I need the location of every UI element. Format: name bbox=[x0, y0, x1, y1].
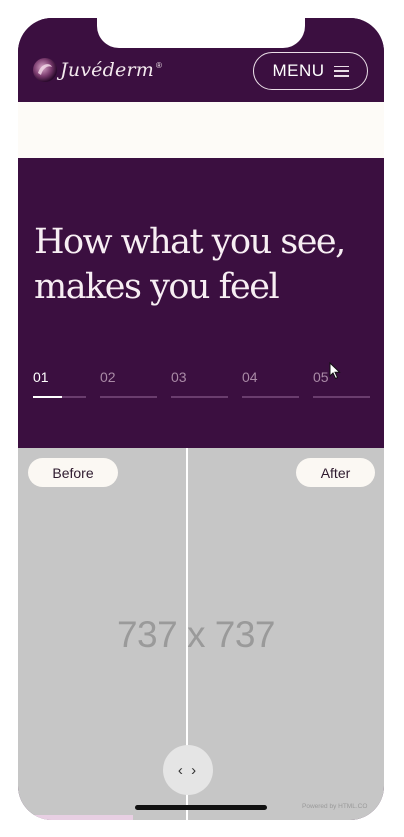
cream-banner bbox=[18, 102, 384, 158]
hero-title-line-2: makes you feel bbox=[34, 267, 280, 307]
step-tab-04[interactable]: 04 bbox=[242, 369, 299, 399]
mouse-cursor-icon bbox=[329, 362, 341, 380]
image-placeholder-text: 737 x 737 bbox=[116, 614, 276, 655]
slider-arrows-icon[interactable]: ‹ › bbox=[163, 745, 213, 795]
step-number: 04 bbox=[242, 369, 258, 385]
juvederm-logo-icon bbox=[33, 58, 57, 82]
step-tab-01[interactable]: 01 bbox=[33, 369, 86, 399]
before-label: Before bbox=[28, 458, 118, 487]
step-number: 01 bbox=[33, 369, 49, 385]
hero-section: How what you see, makes you feel 01 02 0… bbox=[18, 158, 384, 448]
brand-logo[interactable]: Juvéderm ® bbox=[32, 57, 162, 83]
menu-label: MENU bbox=[272, 61, 325, 80]
step-tab-03[interactable]: 03 bbox=[171, 369, 228, 399]
page-progress-strip bbox=[18, 815, 133, 820]
step-track bbox=[171, 396, 228, 398]
step-tabs: 01 02 03 04 05 bbox=[33, 369, 373, 399]
step-number: 05 bbox=[313, 369, 329, 385]
hero-title: How what you see, makes you feel bbox=[34, 220, 364, 310]
step-number: 02 bbox=[100, 369, 116, 385]
brand-name: Juvéderm bbox=[60, 59, 154, 81]
phone-screen: Juvéderm ® MENU How what you see, makes … bbox=[18, 18, 384, 820]
hamburger-icon bbox=[333, 65, 349, 77]
hero-title-line-1: How what you see, bbox=[34, 222, 346, 262]
step-track bbox=[242, 396, 299, 398]
home-indicator bbox=[135, 805, 267, 810]
step-tab-02[interactable]: 02 bbox=[100, 369, 157, 399]
after-label: After bbox=[296, 458, 375, 487]
step-number: 03 bbox=[171, 369, 187, 385]
device-notch bbox=[97, 18, 305, 48]
powered-by-text: Powered by HTML.CO bbox=[302, 803, 368, 810]
step-track bbox=[313, 396, 370, 398]
step-tab-05[interactable]: 05 bbox=[313, 369, 370, 399]
step-progress-fill bbox=[33, 396, 63, 398]
before-after-slider[interactable]: 737 x 737 Before After ‹ › Powered by HT… bbox=[18, 448, 384, 820]
menu-button[interactable]: MENU bbox=[253, 52, 368, 90]
step-track bbox=[100, 396, 157, 398]
registered-mark: ® bbox=[155, 61, 162, 70]
